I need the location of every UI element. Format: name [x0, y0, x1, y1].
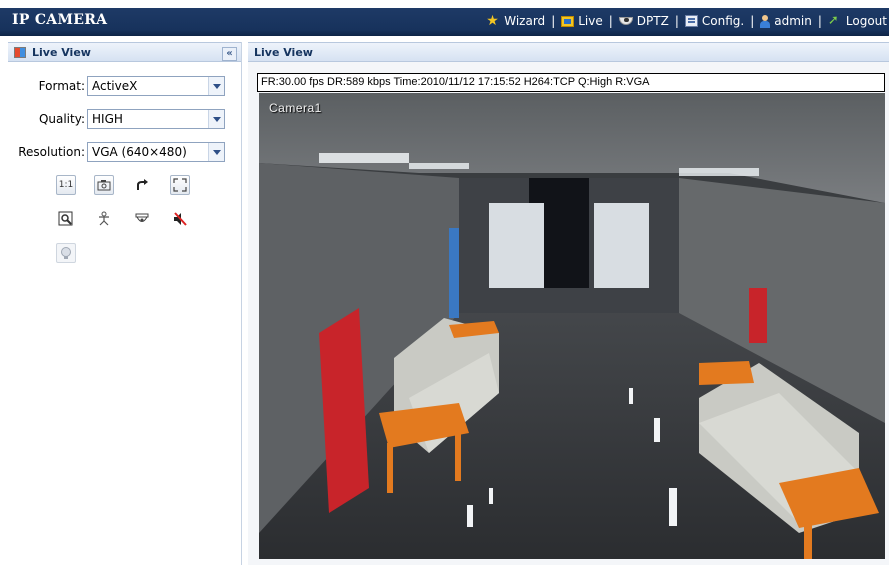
right-panel-title: Live View	[254, 45, 313, 59]
quality-label: Quality:	[38, 112, 85, 126]
nav-wizard[interactable]: ★ Wizard	[486, 14, 545, 28]
zoom-button[interactable]	[56, 209, 76, 229]
nav-dptz-label: DPTZ	[636, 14, 669, 28]
left-panel-title: Live View	[32, 45, 91, 59]
ptz-dome-button[interactable]	[132, 209, 152, 229]
light-bulb-icon	[61, 247, 71, 259]
resolution-value: VGA (640×480)	[92, 145, 187, 159]
nav-separator: |	[817, 14, 822, 28]
live-video-feed[interactable]: Camera1	[259, 93, 885, 559]
zoom-icon	[58, 211, 73, 226]
resolution-select[interactable]: VGA (640×480)	[87, 142, 225, 162]
nav-user[interactable]: admin	[760, 14, 812, 28]
nav-logout[interactable]: ➚ Logout	[827, 13, 887, 29]
rotate-arrow-icon	[137, 179, 148, 190]
nav-user-label: admin	[774, 14, 812, 28]
format-select[interactable]: ActiveX	[87, 76, 225, 96]
nav-live[interactable]: Live	[561, 14, 603, 28]
top-bar: IP CAMERA ★ Wizard | Live | DPTZ | Confi…	[0, 0, 889, 36]
monitor-icon	[561, 15, 575, 27]
nav-wizard-label: Wizard	[504, 14, 546, 28]
fullscreen-icon	[173, 178, 187, 192]
top-nav: ★ Wizard | Live | DPTZ | Config. | admin…	[486, 11, 889, 31]
format-label: Format:	[38, 79, 85, 93]
camera-name-overlay: Camera1	[269, 101, 322, 115]
resolution-row: Resolution: VGA (640×480)	[8, 142, 242, 162]
quality-select[interactable]: HIGH	[87, 109, 225, 129]
stream-status-bar: FR:30.00 fps DR:589 kbps Time:2010/11/12…	[257, 73, 885, 92]
chevron-down-icon[interactable]	[208, 77, 224, 95]
format-row: Format: ActiveX	[8, 76, 242, 96]
format-value: ActiveX	[92, 79, 138, 93]
right-panel-header: Live View	[248, 42, 889, 62]
quality-value: HIGH	[92, 112, 123, 126]
wizard-icon: ★	[486, 13, 499, 29]
motion-figure-icon	[99, 211, 109, 226]
nav-logout-label: Logout	[845, 14, 887, 28]
fullscreen-button[interactable]	[170, 175, 190, 195]
chevron-down-icon[interactable]	[208, 143, 224, 161]
original-size-button[interactable]: 1:1	[56, 175, 76, 195]
resolution-label: Resolution:	[18, 145, 85, 159]
nav-config[interactable]: Config.	[684, 14, 745, 28]
live-view-icon	[14, 46, 26, 58]
nav-live-label: Live	[578, 14, 603, 28]
camera-icon	[97, 180, 111, 191]
nav-separator: |	[750, 14, 755, 28]
nav-separator: |	[551, 14, 556, 28]
original-size-icon: 1:1	[58, 180, 74, 190]
left-panel-header: Live View «	[8, 42, 241, 62]
quality-row: Quality: HIGH	[8, 109, 242, 129]
collapse-button[interactable]: «	[222, 47, 237, 61]
app-title: IP CAMERA	[12, 12, 108, 28]
dome-camera-icon	[618, 17, 633, 25]
nav-dptz[interactable]: DPTZ	[618, 14, 669, 28]
speaker-muted-icon	[174, 212, 187, 226]
config-icon	[684, 15, 698, 27]
left-panel: Live View « Format: ActiveX Quality: HIG…	[8, 42, 242, 565]
dome-camera-icon	[135, 213, 149, 222]
motion-detection-button[interactable]	[94, 209, 114, 229]
nav-separator: |	[608, 14, 613, 28]
user-icon	[760, 14, 771, 28]
light-button[interactable]	[56, 243, 76, 263]
snapshot-button[interactable]	[94, 175, 114, 195]
nav-separator: |	[674, 14, 679, 28]
video-scene	[259, 93, 885, 559]
mute-button[interactable]	[170, 209, 190, 229]
chevron-down-icon[interactable]	[208, 110, 224, 128]
rotate-button[interactable]	[132, 175, 152, 195]
nav-config-label: Config.	[701, 14, 745, 28]
logout-icon: ➚	[827, 13, 839, 28]
